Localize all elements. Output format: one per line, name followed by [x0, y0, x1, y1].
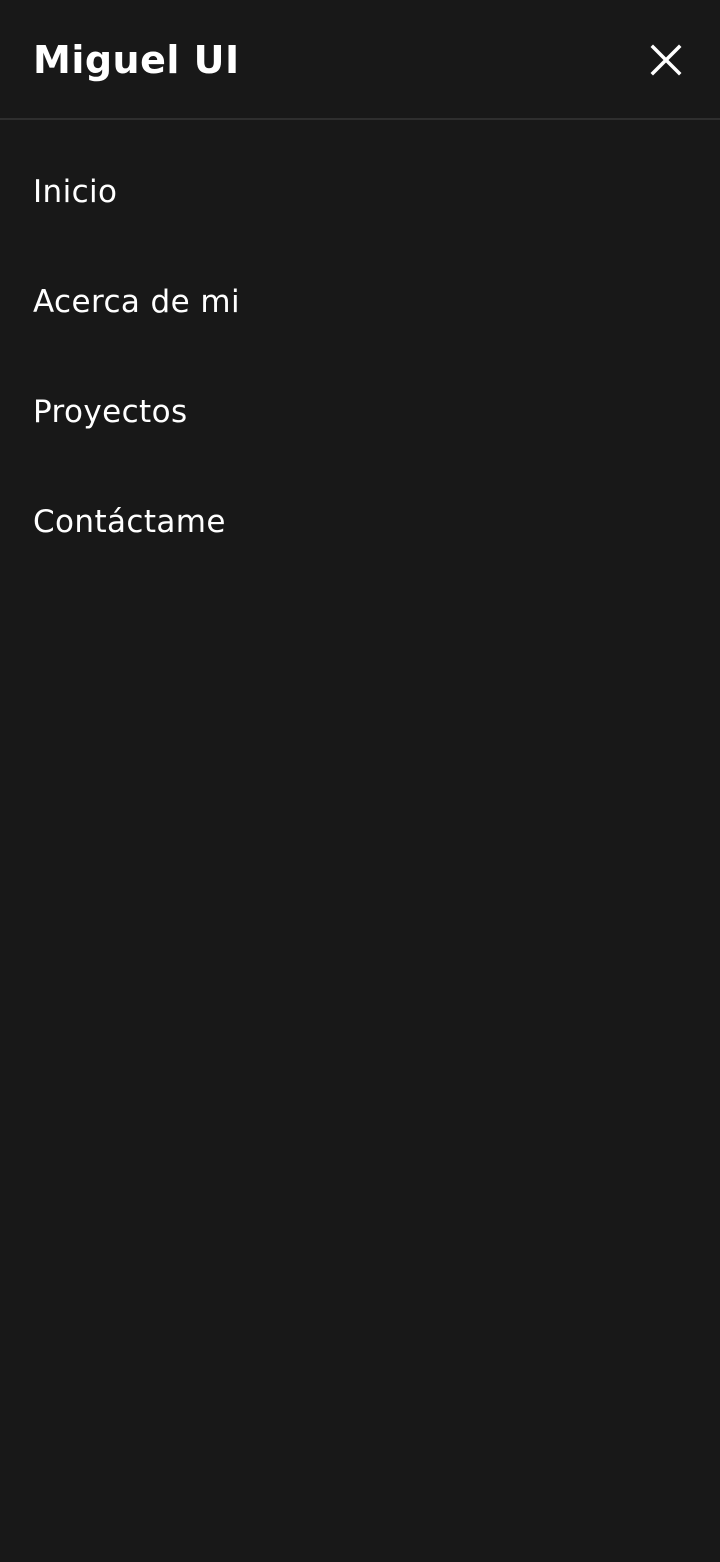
close-menu-button[interactable]: [636, 30, 696, 90]
menu-navigation: Inicio Acerca de mi Proyectos Contáctame: [0, 137, 720, 577]
menu-item-proyectos[interactable]: Proyectos: [0, 357, 720, 467]
menu-item-inicio[interactable]: Inicio: [0, 137, 720, 247]
close-icon: [650, 44, 682, 76]
menu-header: Miguel UI: [0, 0, 720, 120]
menu-item-contactame[interactable]: Contáctame: [0, 467, 720, 577]
brand-logo-text[interactable]: Miguel UI: [33, 36, 240, 84]
mobile-menu-screen: Miguel UI Inicio Acerca de mi Proyectos …: [0, 0, 720, 1562]
menu-item-acerca-de-mi[interactable]: Acerca de mi: [0, 247, 720, 357]
